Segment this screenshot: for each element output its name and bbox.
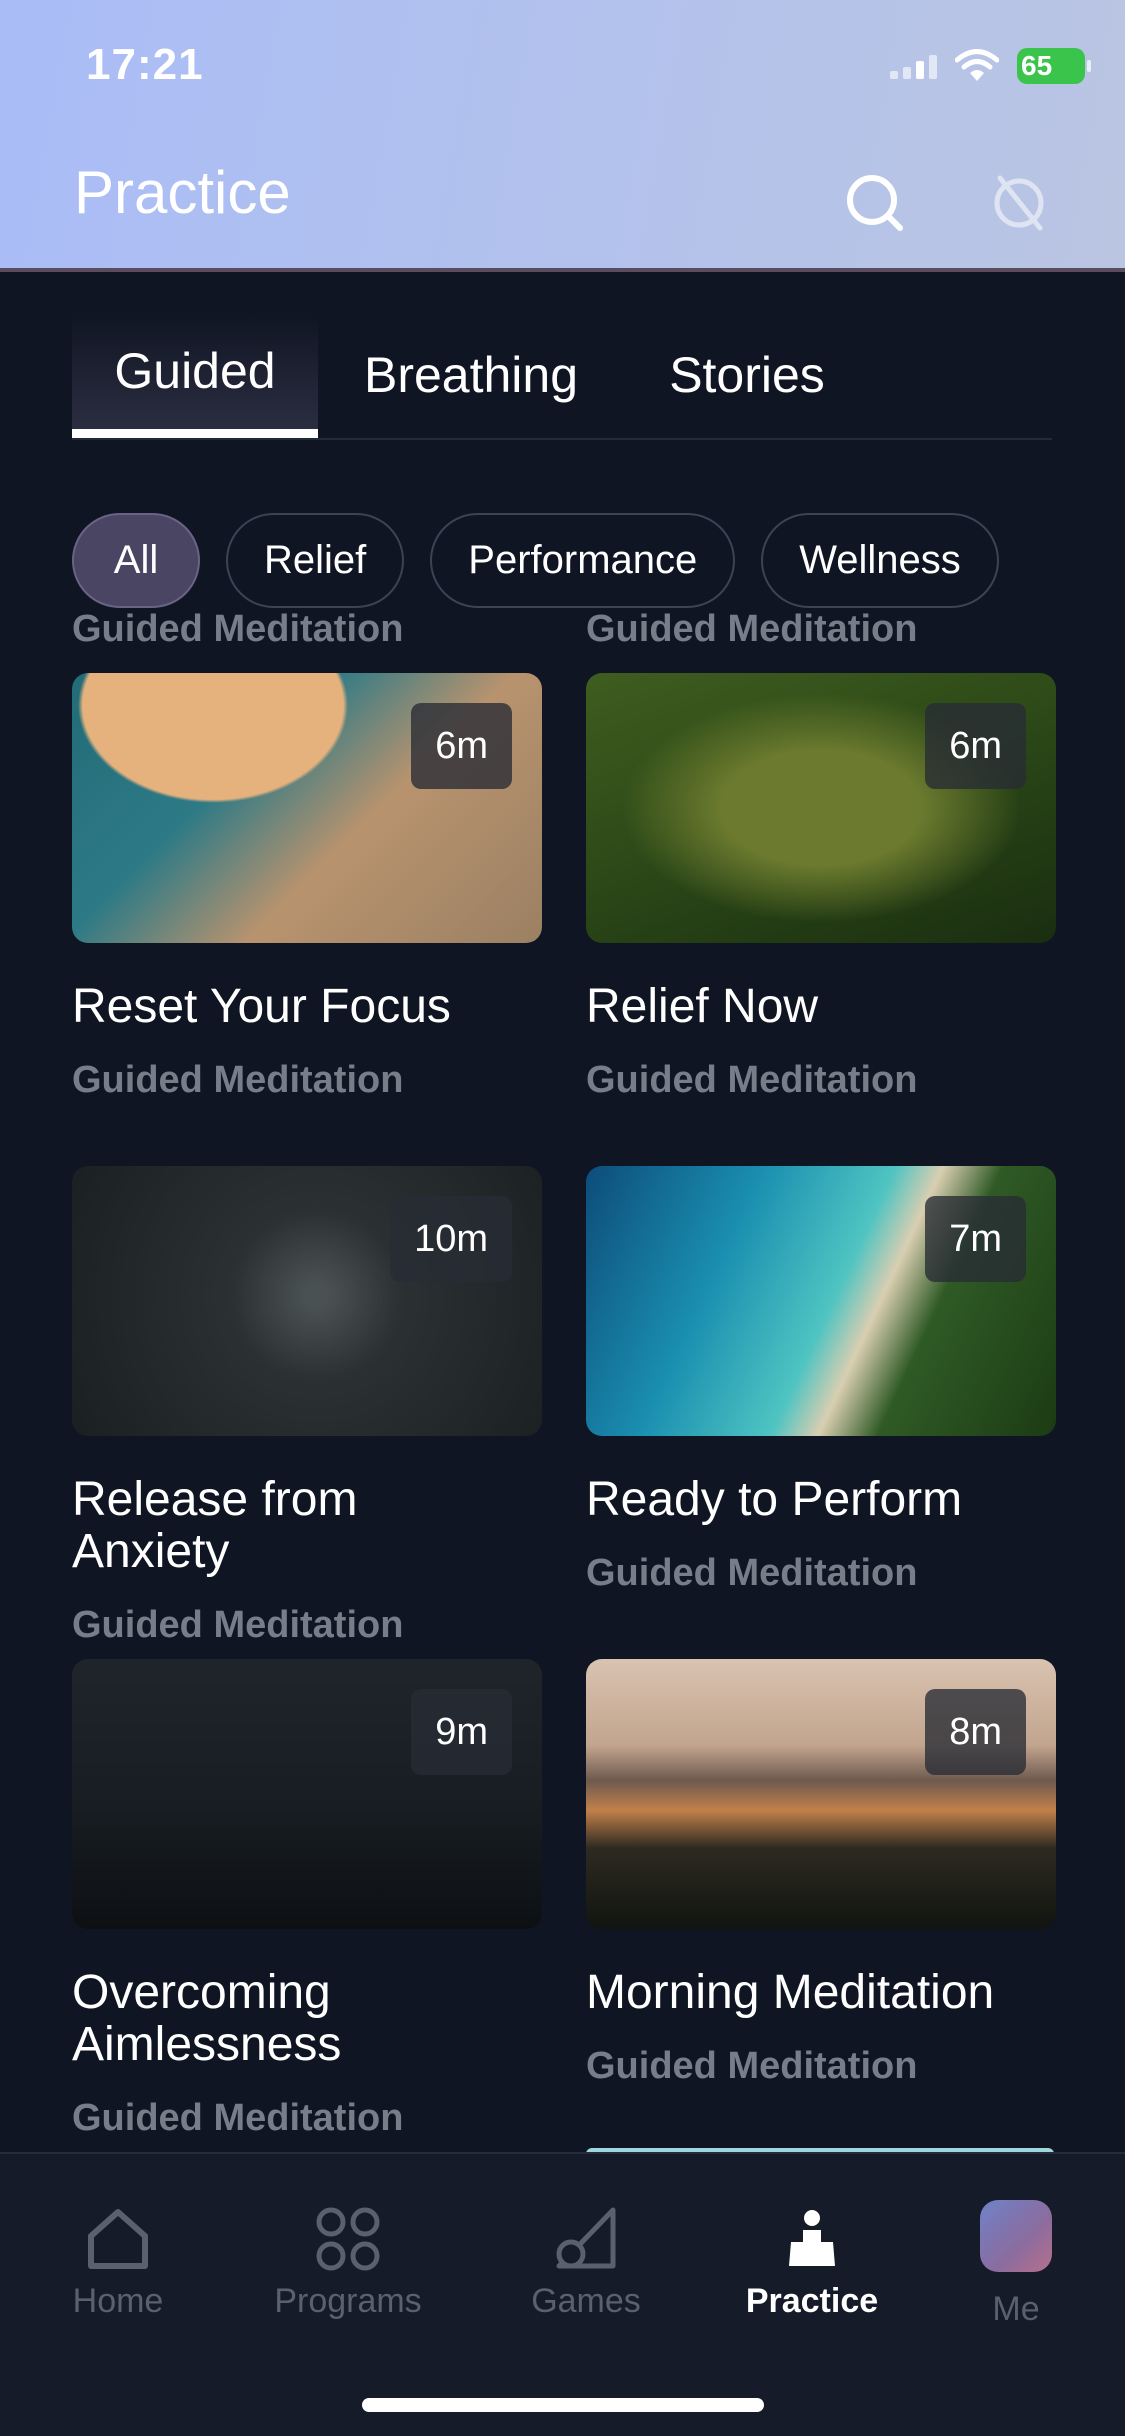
nav-games[interactable]: Games xyxy=(496,2204,676,2321)
filter-chip-wellness[interactable]: Wellness xyxy=(761,513,999,608)
meditation-card[interactable]: 9m Overcoming Aimlessness Guided Meditat… xyxy=(72,1659,542,2140)
duration-badge: 7m xyxy=(925,1196,1026,1282)
status-time: 17:21 xyxy=(86,40,204,89)
bottom-nav: Home Programs Games Practice Me xyxy=(0,2152,1125,2436)
filter-chip-relief[interactable]: Relief xyxy=(226,513,405,608)
card-title: Overcoming Aimlessness xyxy=(72,1966,342,2071)
practice-screen: 17:21 65 Practice Guided Breathing Stori… xyxy=(0,0,1125,2436)
filter-chip-all[interactable]: All xyxy=(72,513,200,608)
duration-badge: 9m xyxy=(411,1689,512,1775)
meditation-card[interactable]: 7m Ready to Perform Guided Meditation xyxy=(586,1166,1056,1595)
duration-badge: 6m xyxy=(411,703,512,789)
card-subtitle: Guided Meditation xyxy=(72,1059,404,1101)
filter-chips: All Relief Performance Wellness xyxy=(72,513,999,608)
card-thumbnail: 6m xyxy=(72,673,542,943)
signal-icon xyxy=(890,53,937,79)
card-thumbnail: 8m xyxy=(586,1659,1056,1929)
wifi-icon xyxy=(955,49,999,81)
card-title: Morning Meditation xyxy=(586,1966,995,2019)
card-thumbnail: 6m xyxy=(586,673,1056,943)
meditation-card[interactable]: 6m Relief Now Guided Meditation xyxy=(586,673,1056,1102)
card-subtitle: Guided Meditation xyxy=(72,1604,404,1646)
tab-guided[interactable]: Guided xyxy=(72,312,318,438)
card-subtitle: Guided Meditation xyxy=(586,2045,918,2087)
nav-me[interactable]: Me xyxy=(926,2200,1106,2329)
card-subtitle: Guided Meditation xyxy=(586,1552,918,1594)
home-indicator[interactable] xyxy=(362,2398,764,2412)
filter-chip-performance[interactable]: Performance xyxy=(430,513,736,608)
battery-level: 65 xyxy=(1021,50,1053,81)
duration-badge: 10m xyxy=(390,1196,512,1282)
tab-breathing[interactable]: Breathing xyxy=(318,312,624,438)
home-icon xyxy=(88,2209,148,2269)
programs-icon xyxy=(316,2207,380,2271)
nav-label: Programs xyxy=(274,2282,422,2320)
games-icon xyxy=(556,2207,616,2269)
battery-icon: 65 xyxy=(1017,48,1091,84)
card-title: Reset Your Focus xyxy=(72,980,451,1033)
clipped-subtitle: Guided Meditation xyxy=(72,612,404,646)
clipped-subtitle: Guided Meditation xyxy=(586,612,918,646)
nav-label: Games xyxy=(531,2282,641,2320)
meditation-card[interactable]: 6m Reset Your Focus Guided Meditation xyxy=(72,673,542,1102)
meditation-card[interactable]: 10m Release from Anxiety Guided Meditati… xyxy=(72,1166,542,1647)
page-title: Practice xyxy=(74,159,291,226)
practice-icon xyxy=(789,2210,835,2266)
header: 17:21 65 Practice xyxy=(0,0,1125,272)
card-thumbnail: 10m xyxy=(72,1166,542,1436)
nav-home[interactable]: Home xyxy=(28,2204,208,2321)
duration-badge: 8m xyxy=(925,1689,1026,1775)
card-thumbnail: 7m xyxy=(586,1166,1056,1436)
status-icons: 65 xyxy=(890,48,1091,84)
nav-label: Me xyxy=(992,2290,1040,2328)
meditation-card[interactable]: 8m Morning Meditation Guided Meditation xyxy=(586,1659,1056,2088)
device-disconnected-icon[interactable] xyxy=(986,170,1052,236)
card-title: Relief Now xyxy=(586,980,819,1033)
card-thumbnail: 9m xyxy=(72,1659,542,1929)
duration-badge: 6m xyxy=(925,703,1026,789)
segment-tabs: Guided Breathing Stories xyxy=(72,312,1052,440)
card-subtitle: Guided Meditation xyxy=(72,2097,404,2139)
nav-practice[interactable]: Practice xyxy=(722,2204,902,2321)
nav-label: Practice xyxy=(745,2282,879,2320)
card-subtitle: Guided Meditation xyxy=(586,1059,918,1101)
avatar xyxy=(980,2200,1052,2272)
tab-stories[interactable]: Stories xyxy=(624,312,870,438)
card-title: Release from Anxiety xyxy=(72,1473,358,1578)
search-icon[interactable] xyxy=(842,170,908,236)
nav-label: Home xyxy=(72,2282,164,2320)
nav-programs[interactable]: Programs xyxy=(258,2204,438,2321)
card-title: Ready to Perform xyxy=(586,1473,963,1526)
